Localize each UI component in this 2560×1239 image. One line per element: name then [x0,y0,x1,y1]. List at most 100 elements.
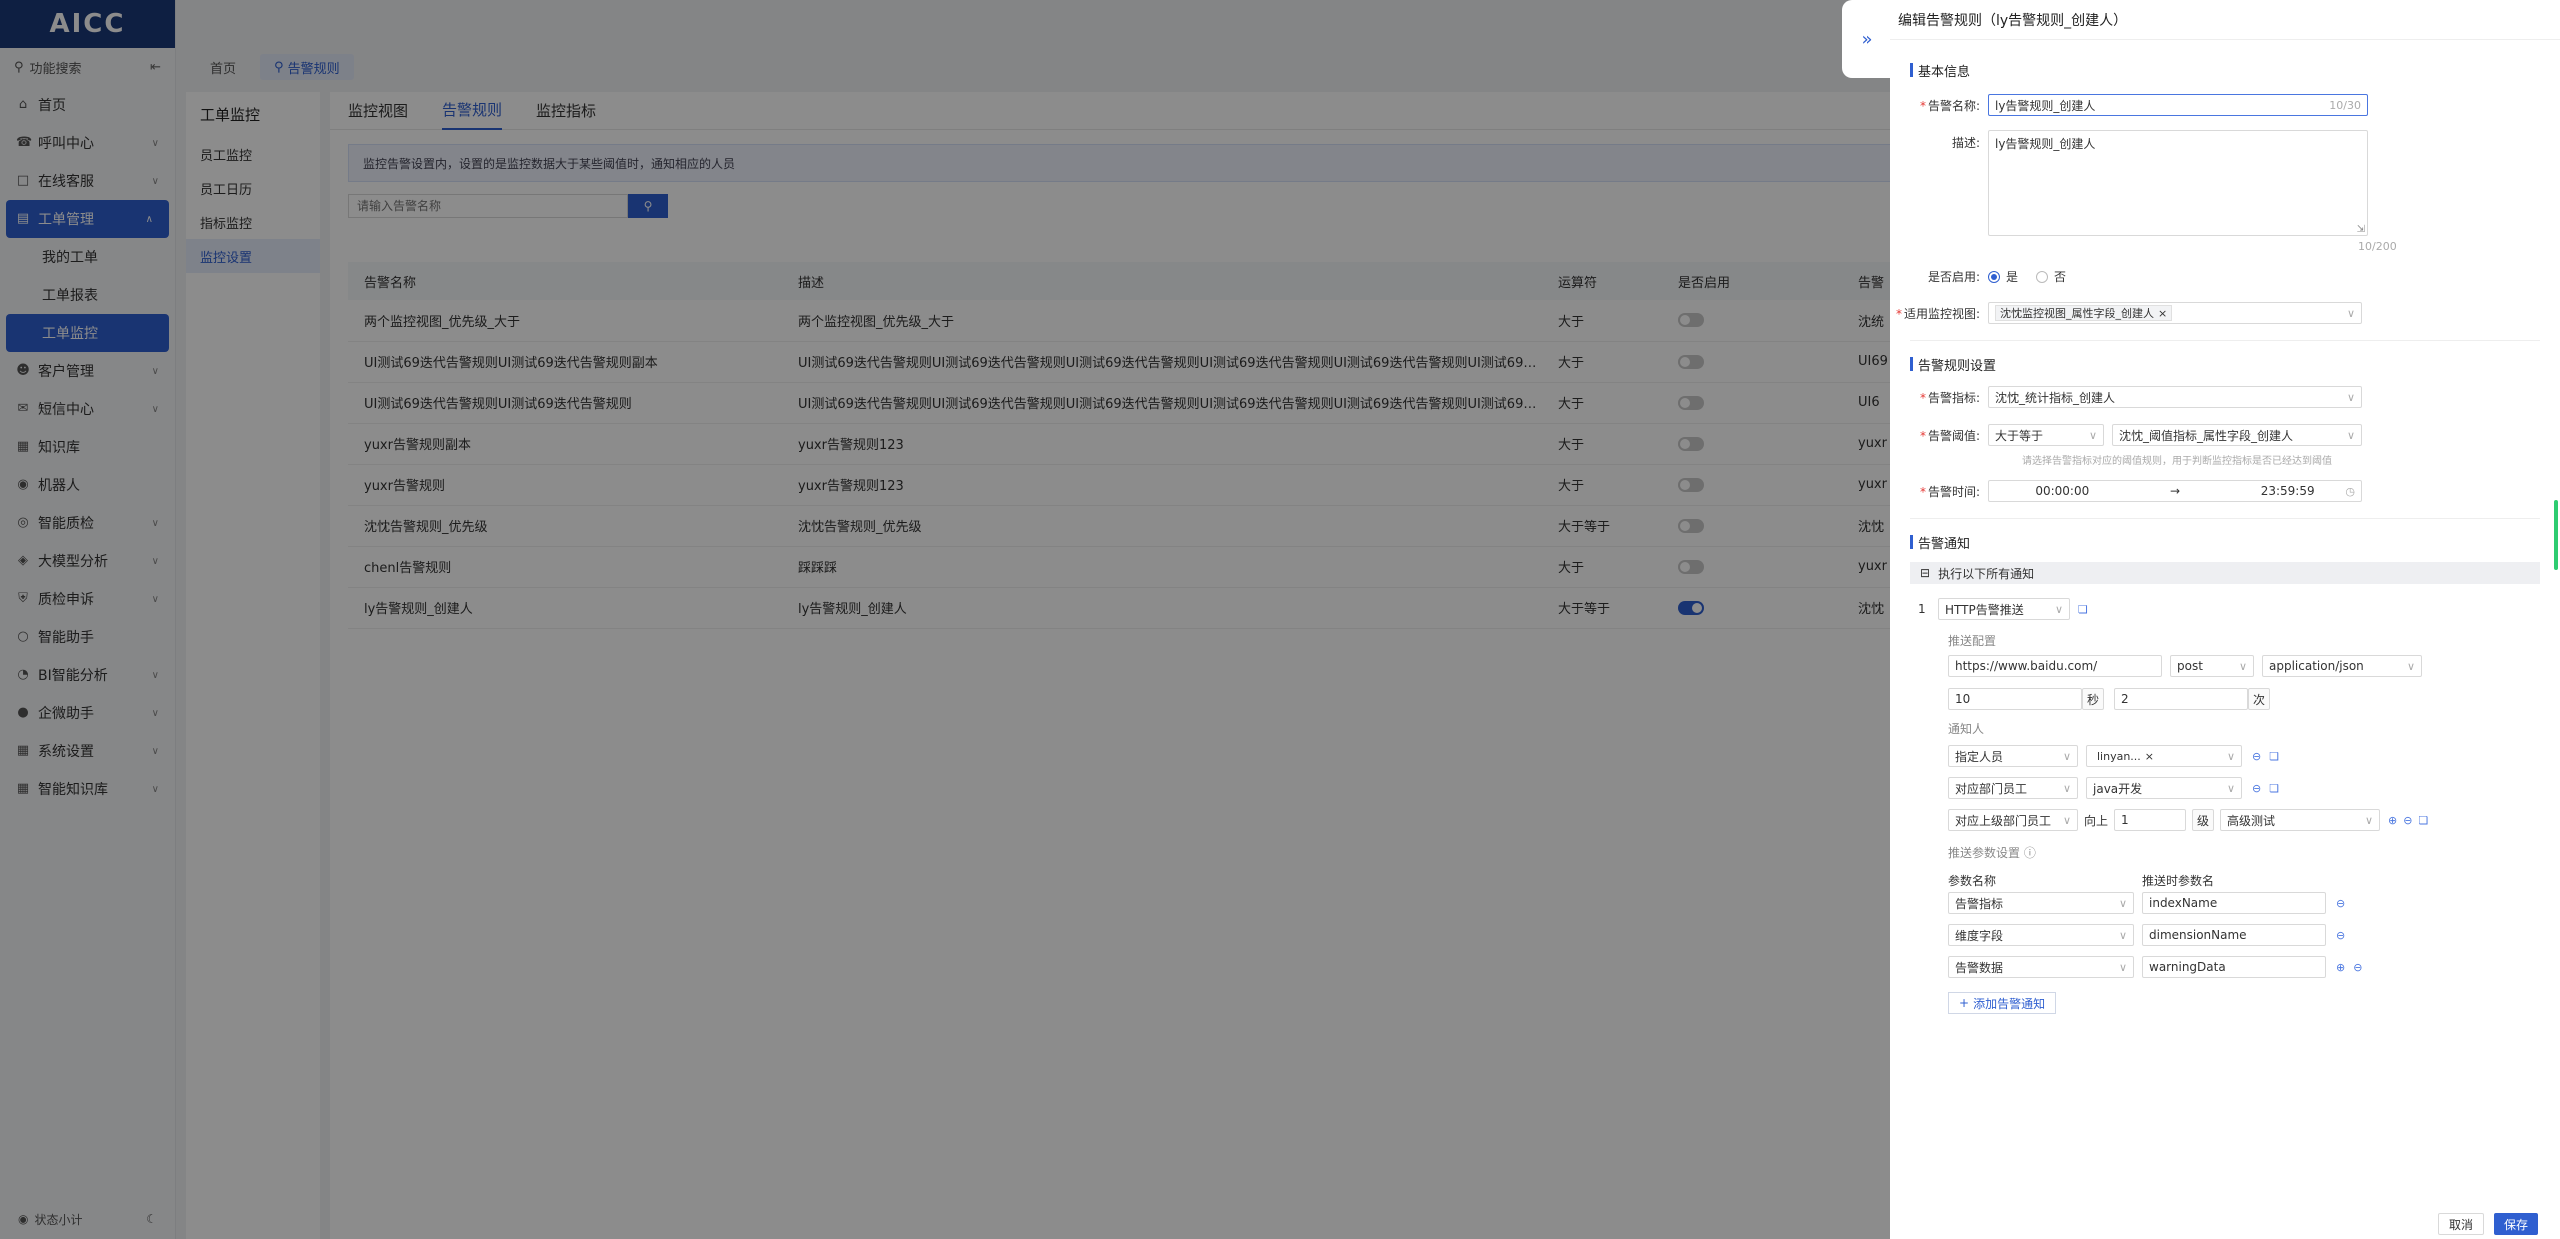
remove-circle-icon[interactable]: ⊖ [2336,897,2345,910]
threshold-operator-value: 大于等于 [1995,428,2044,443]
retry-input[interactable]: 2 [2114,688,2248,710]
copy-icon[interactable]: ❏ [2078,603,2088,616]
receiver-type-select[interactable]: 对应上级部门员工 ∨ [1948,809,2078,831]
upward-label: 向上 [2084,813,2109,828]
receiver-row-2: 对应部门员工 ∨ java开发 ∨ ⊖ ❏ [1948,777,2279,799]
monitor-view-tag: 沈忱监控视图_属性字段_创建人 × [1995,305,2173,321]
receiver-role-select[interactable]: 高级测试 ∨ [2220,809,2381,831]
param-name-select[interactable]: 告警数据 ∨ [1948,956,2134,978]
receivers-title: 通知人 [1948,722,1985,736]
alert-name-label: * 告警名称: [1919,98,1980,113]
param-push-input[interactable]: dimensionName [2142,924,2326,946]
receiver-type-select[interactable]: 对应部门员工 ∨ [1948,777,2078,799]
param-row-2: 维度字段 ∨ dimensionName ⊖ [1948,924,2345,946]
remove-circle-icon[interactable]: ⊖ [2403,814,2412,827]
param-name-header: 参数名称 [1948,874,1997,888]
description-textarea[interactable]: ly告警规则_创建人 ⇲ [1988,130,2368,236]
chevron-down-icon: ∨ [2346,390,2355,404]
threshold-operator-select[interactable]: 大于等于 ∨ [1988,424,2104,446]
section-basic: 基本信息 [1890,56,2560,84]
drawer-footer: 取消 保存 [1890,1209,2560,1239]
chevron-down-icon: ∨ [2118,928,2127,942]
remove-circle-icon[interactable]: ⊖ [2252,750,2261,763]
retry-value: 2 [2121,692,2129,706]
copy-icon[interactable]: ❏ [2269,750,2279,763]
field-enabled: 是否启用: 是 否 [1890,268,2066,285]
clock-icon: ◷ [2345,484,2355,498]
add-circle-icon[interactable]: ⊕ [2336,961,2345,974]
section-basic-title: 基本信息 [1918,64,1971,80]
alert-time-range[interactable]: 00:00:00 → 23:59:59 ◷ [1988,480,2362,502]
metric-select[interactable]: 沈忱_统计指标_创建人 ∨ [1988,386,2362,408]
param-name-select[interactable]: 维度字段 ∨ [1948,924,2134,946]
chevron-down-icon: ∨ [2062,813,2071,827]
threshold-hint: 请选择告警指标对应的阈值规则，用于判断监控指标是否已经达到阈值 [2022,456,2332,467]
collapse-square-icon[interactable]: ⊟ [1920,566,1930,580]
enabled-yes-radio[interactable] [1988,270,2000,283]
info-icon[interactable]: ⓘ [2024,846,2036,860]
chevron-down-icon: ∨ [2226,749,2235,763]
add-notice-label: 添加告警通知 [1973,996,2046,1011]
collapse-drawer-button[interactable]: » [1842,0,1892,78]
push-config-row: https://www.baidu.com/ post ∨ application… [1948,655,2422,677]
remove-circle-icon[interactable]: ⊖ [2336,929,2345,942]
field-description: 描述: ly告警规则_创建人 ⇲ [1890,130,2368,236]
param-push-input[interactable]: warningData [2142,956,2326,978]
timeout-input[interactable]: 10 [1948,688,2082,710]
cancel-button[interactable]: 取消 [2437,1213,2484,1235]
notify-type-value: HTTP告警推送 [1945,602,2024,617]
field-threshold: * 告警阈值: 大于等于 ∨ 沈忱_阈值指标_属性字段_创建人 ∨ [1890,424,2362,446]
push-url-input[interactable]: https://www.baidu.com/ [1948,655,2162,677]
enabled-no-radio[interactable] [2036,270,2049,283]
chevron-down-icon: ∨ [2346,428,2355,442]
field-monitor-view: * 适用监控视图: 沈忱监控视图_属性字段_创建人 × ∨ [1890,302,2362,324]
notify-item-1: 1 HTTP告警推送 ∨ ❏ [1918,598,2088,620]
remove-circle-icon[interactable]: ⊖ [2252,782,2261,795]
receiver-type-value: 对应部门员工 [1955,781,2028,796]
metric-label: * 告警指标: [1919,390,1980,405]
time-start[interactable]: 00:00:00 [2035,484,2089,498]
enabled-no-label: 否 [2054,270,2067,284]
divider [1910,340,2540,341]
copy-icon[interactable]: ❏ [2269,782,2279,795]
chevron-down-icon: ∨ [2118,960,2127,974]
copy-icon[interactable]: ❏ [2418,814,2428,827]
threshold-label: * 告警阈值: [1919,428,1980,443]
description-count: 10/200 [2358,240,2397,253]
close-icon[interactable]: × [2145,750,2154,763]
receiver-person-select[interactable]: linyan... × ∨ [2086,745,2242,767]
description-label: 描述: [1951,136,1980,150]
push-method-select[interactable]: post ∨ [2170,655,2254,677]
field-alert-name: * 告警名称: ly告警规则_创建人 10/30 [1890,94,2368,116]
alert-name-input[interactable]: ly告警规则_创建人 10/30 [1988,94,2368,116]
alert-time-label: * 告警时间: [1919,484,1980,499]
chevron-down-icon: ∨ [2226,781,2235,795]
double-chevron-right-icon: » [1861,28,1873,50]
param-push-input[interactable]: indexName [2142,892,2326,914]
metric-value: 沈忱_统计指标_创建人 [1995,390,2116,405]
remove-circle-icon[interactable]: ⊖ [2353,961,2362,974]
content-type-select[interactable]: application/json ∨ [2262,655,2422,677]
chevron-down-icon: ∨ [2118,896,2127,910]
threshold-value-select[interactable]: 沈忱_阈值指标_属性字段_创建人 ∨ [2112,424,2362,446]
add-circle-icon[interactable]: ⊕ [2388,814,2397,827]
receiver-dept-select[interactable]: java开发 ∨ [2086,777,2242,799]
alert-name-value: ly告警规则_创建人 [1995,98,2096,113]
notify-type-select[interactable]: HTTP告警推送 ∨ [1938,598,2070,620]
threshold-value: 沈忱_阈值指标_属性字段_创建人 [2119,428,2294,443]
param-push-value: indexName [2149,896,2218,910]
receiver-type-select[interactable]: 指定人员 ∨ [1948,745,2078,767]
param-name-select[interactable]: 告警指标 ∨ [1948,892,2134,914]
close-icon[interactable]: × [2158,307,2167,320]
level-input[interactable]: 1 [2114,809,2187,831]
save-button[interactable]: 保存 [2493,1213,2538,1235]
resize-handle-icon[interactable]: ⇲ [2357,224,2365,235]
modal-overlay[interactable] [0,0,1890,1239]
monitor-view-select[interactable]: 沈忱监控视图_属性字段_创建人 × ∨ [1988,302,2362,324]
scrollbar-thumb[interactable] [2554,500,2558,570]
enabled-radio-group: 是 否 [1988,268,2066,285]
chevron-down-icon: ∨ [2062,781,2071,795]
add-notice-button[interactable]: + 添加告警通知 [1948,992,2057,1014]
time-end[interactable]: 23:59:59 [2261,484,2315,498]
time-arrow: → [2169,484,2181,498]
